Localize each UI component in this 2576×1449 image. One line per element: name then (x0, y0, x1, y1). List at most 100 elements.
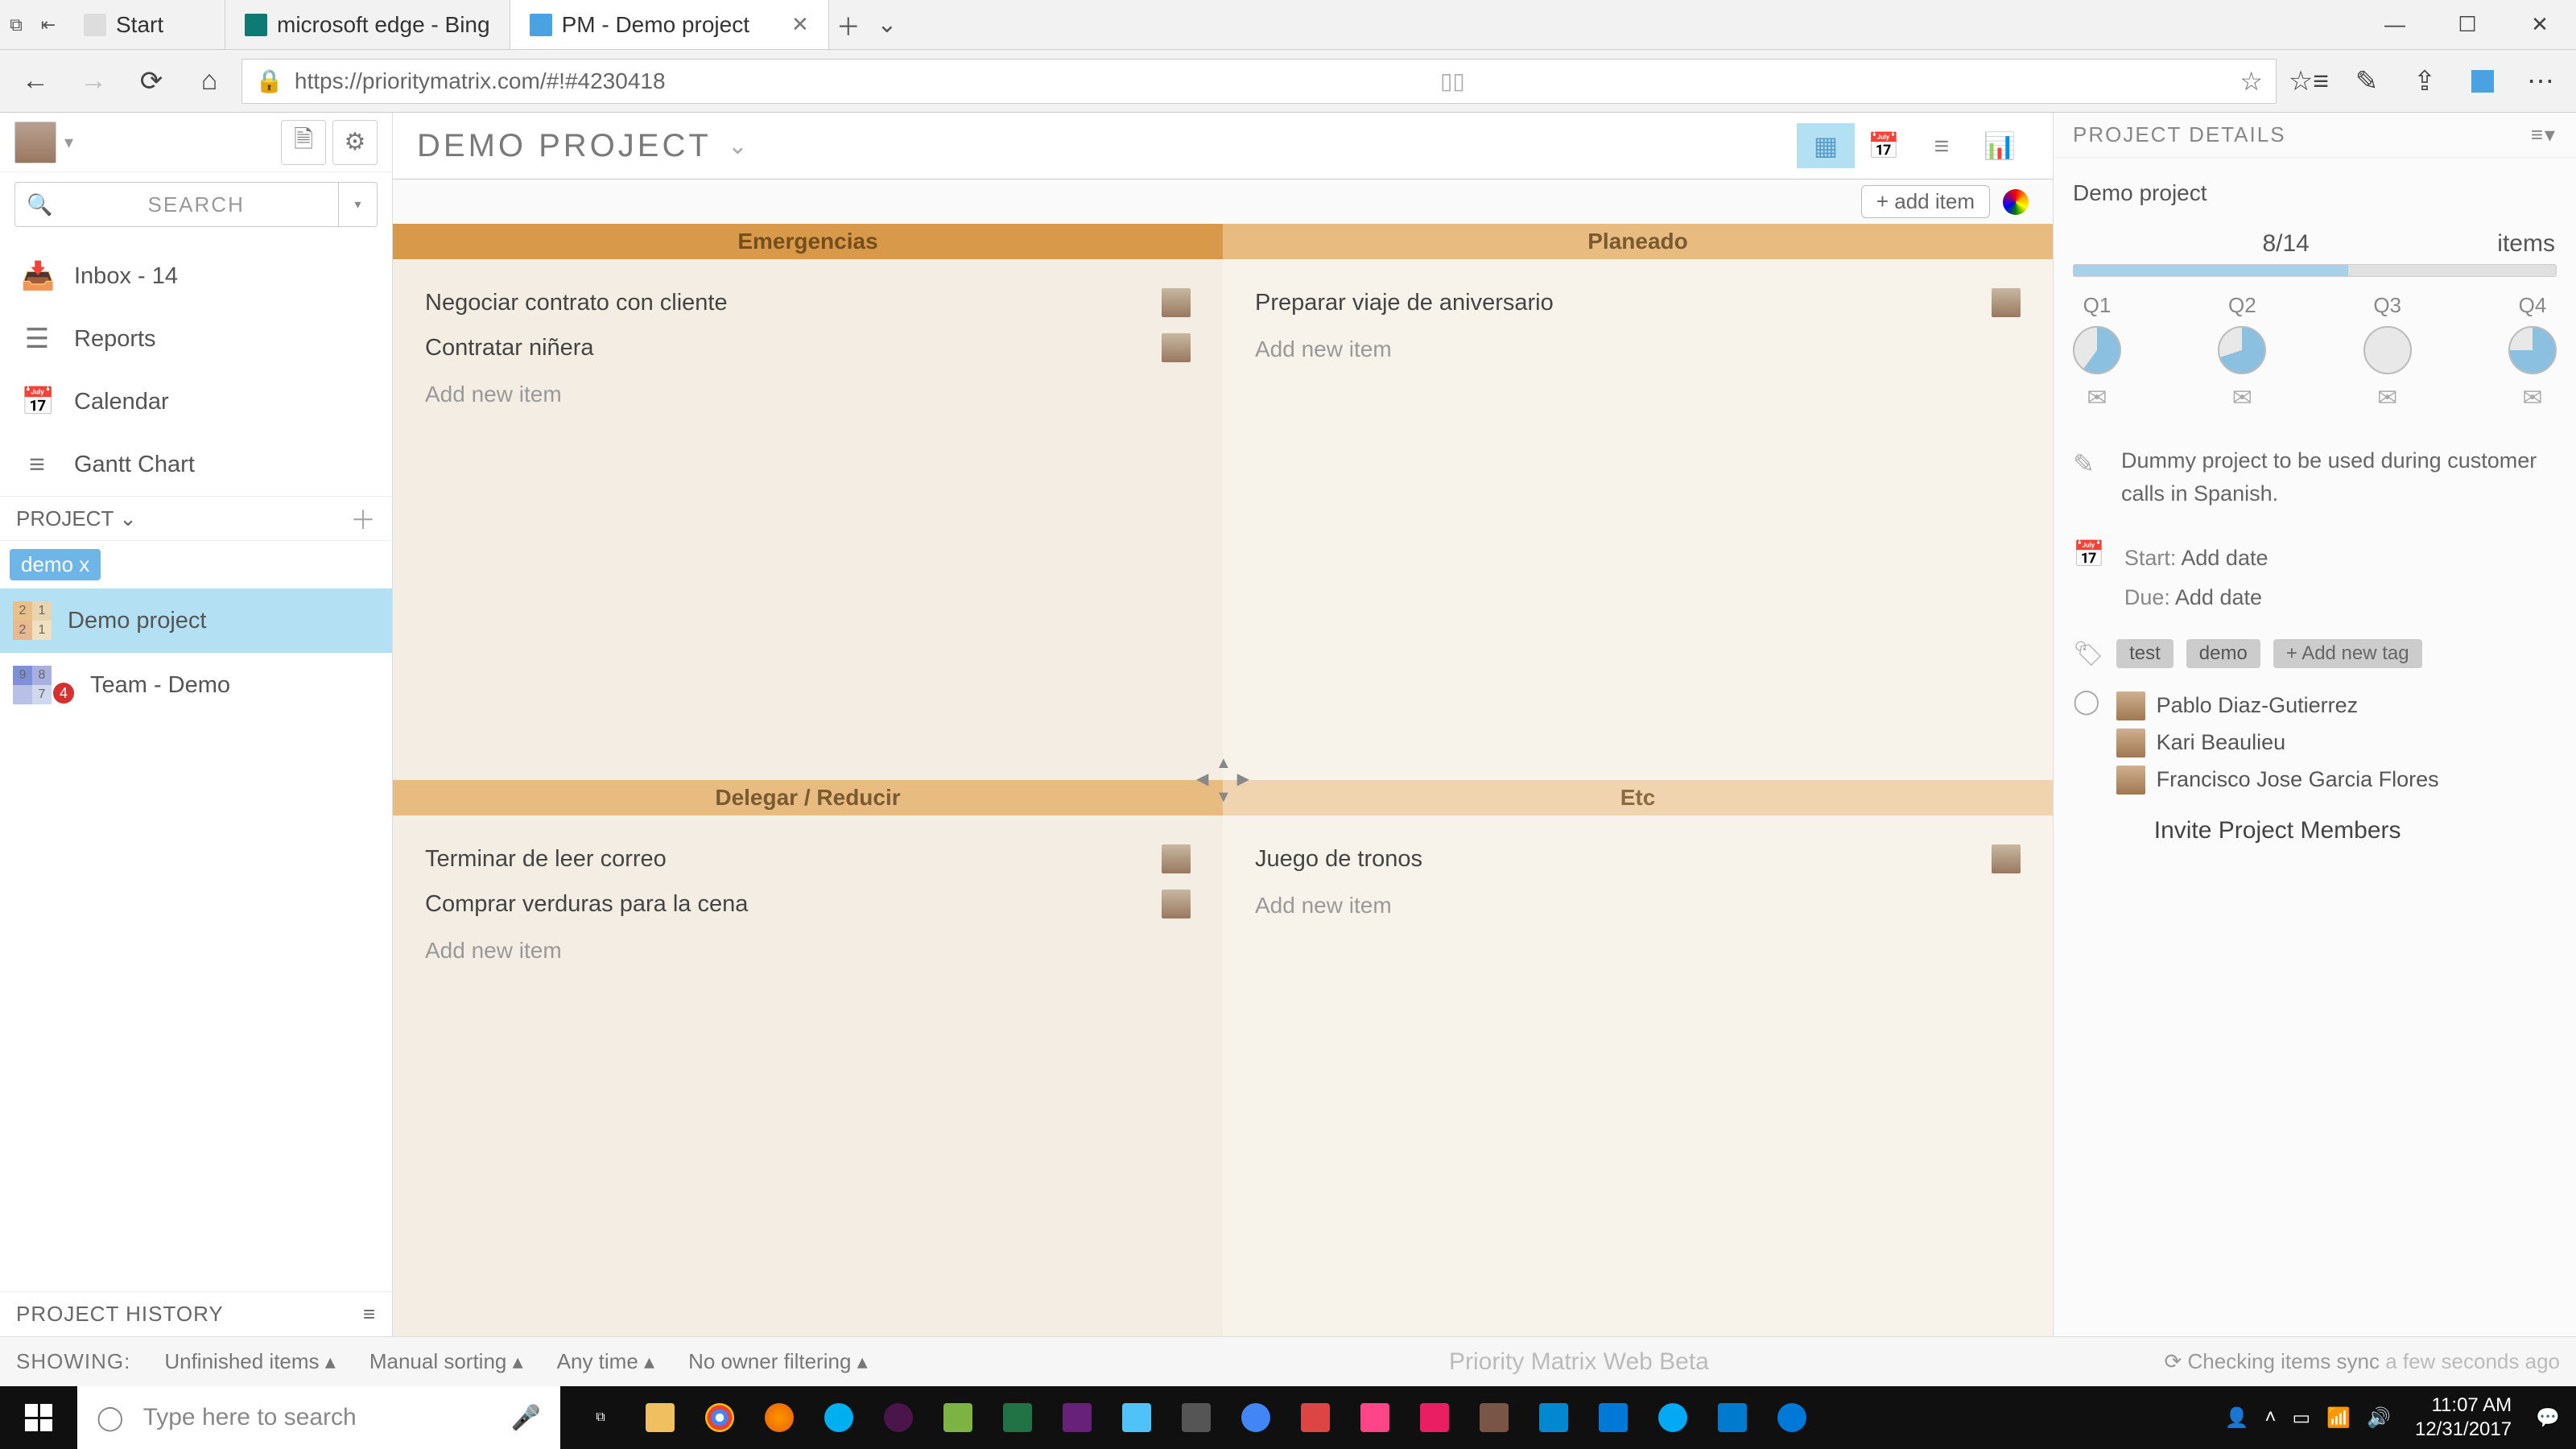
task-item[interactable]: Terminar de leer correo (425, 836, 1191, 881)
filter-time[interactable]: Any time ▴ (557, 1349, 654, 1374)
edit-icon[interactable]: ✎ (2073, 444, 2102, 510)
add-new-item[interactable]: Add new item (1255, 881, 2021, 919)
details-menu-icon[interactable]: ≡▾ (2531, 122, 2557, 147)
maximize-button[interactable]: ☐ (2431, 0, 2504, 49)
add-new-item[interactable]: Add new item (1255, 325, 2021, 362)
nav-reports[interactable]: ☰ Reports (0, 308, 392, 370)
project-title[interactable]: DEMO PROJECT (417, 128, 712, 164)
taskbar-clock[interactable]: 11:07 AM 12/31/2017 (2407, 1393, 2520, 1442)
settings-button[interactable]: ⚙ (332, 120, 378, 165)
add-new-item[interactable]: Add new item (425, 927, 1191, 964)
member-row[interactable]: Pablo Diaz-Gutierrez (2116, 687, 2439, 724)
nav-inbox[interactable]: 📥 Inbox - 14 (0, 245, 392, 308)
refresh-button[interactable]: ⟳ (126, 56, 177, 107)
quarter-q3[interactable]: Q3✉ (2363, 293, 2412, 412)
url-input[interactable]: 🔒 https://prioritymatrix.com/#!#4230418 … (242, 59, 2277, 104)
start-button[interactable] (0, 1404, 77, 1431)
quarter-q1[interactable]: Q1✉ (2073, 293, 2121, 412)
forward-button[interactable]: → (68, 56, 119, 107)
member-row[interactable]: Kari Beaulieu (2116, 724, 2439, 762)
app-icon[interactable] (931, 1393, 985, 1442)
back-button[interactable]: ← (10, 56, 61, 107)
share-icon[interactable]: ⇪ (2399, 56, 2450, 107)
mic-icon[interactable]: 🎤 (511, 1404, 541, 1432)
tabs-menu-button[interactable]: ⌄ (868, 0, 906, 49)
more-icon[interactable]: ⋯ (2515, 56, 2566, 107)
search-input[interactable]: 🔍 SEARCH (14, 182, 339, 227)
edge-icon[interactable] (1765, 1393, 1819, 1442)
member-row[interactable]: Francisco Jose Garcia Flores (2116, 762, 2439, 799)
quarter-q4[interactable]: Q4✉ (2508, 293, 2557, 412)
app4-icon[interactable] (1467, 1393, 1521, 1442)
add-new-item[interactable]: Add new item (425, 370, 1191, 407)
tab-pm[interactable]: PM - Demo project ✕ (510, 0, 829, 49)
excel-icon[interactable] (990, 1393, 1045, 1442)
new-doc-button[interactable]: 🗎 (281, 120, 326, 165)
task-item[interactable]: Juego de tronos (1255, 836, 2021, 881)
task-item[interactable]: Contratar niñera (425, 325, 1191, 370)
firefox-icon[interactable] (752, 1393, 807, 1442)
tag-test[interactable]: test (2116, 639, 2174, 668)
maps2-icon[interactable] (1645, 1393, 1700, 1442)
project-item-team[interactable]: 987 4 Team - Demo (0, 653, 392, 717)
close-window-button[interactable]: ✕ (2504, 0, 2576, 49)
slack-icon[interactable] (871, 1393, 926, 1442)
minimize-button[interactable]: — (2359, 0, 2431, 49)
quadrant-4[interactable]: Etc Juego de tronos Add new item (1223, 780, 2053, 1336)
matrix-resize-handle[interactable]: ▲ ▼ ◀ ▶ (1203, 760, 1243, 800)
vscode-icon[interactable] (1705, 1393, 1760, 1442)
add-tag-button[interactable]: + Add new tag (2273, 639, 2422, 668)
home-button[interactable]: ⌂ (184, 56, 235, 107)
filter-sort[interactable]: Manual sorting ▴ (369, 1349, 523, 1374)
extension-icon[interactable] (2457, 56, 2508, 107)
paint-icon[interactable] (1348, 1393, 1402, 1442)
start-date-button[interactable]: Add date (2181, 546, 2268, 570)
menu-icon[interactable]: ≡ (363, 1302, 376, 1327)
quadrant-3[interactable]: Delegar / Reducir Terminar de leer corre… (393, 780, 1223, 1336)
notes-icon[interactable]: ✎ (2341, 56, 2392, 107)
close-tab-icon[interactable]: ✕ (791, 12, 809, 37)
add-project-button[interactable]: ＋ (350, 500, 376, 537)
invite-members-button[interactable]: Invite Project Members (2116, 799, 2439, 851)
app2-icon[interactable] (1109, 1393, 1164, 1442)
tab-bing[interactable]: microsoft edge - Bing (225, 0, 510, 49)
volume-icon[interactable]: 🔊 (2367, 1406, 2391, 1430)
chrome-icon[interactable] (692, 1393, 747, 1442)
tab-start[interactable]: Start (64, 0, 225, 49)
filter-chip[interactable]: demo x (10, 549, 101, 580)
color-picker-button[interactable] (2003, 189, 2029, 215)
maps-icon[interactable] (1228, 1393, 1283, 1442)
app3-icon[interactable] (1407, 1393, 1462, 1442)
favorites-hub-icon[interactable]: ☆≡ (2283, 56, 2334, 107)
quarter-q2[interactable]: Q2✉ (2218, 293, 2266, 412)
app5-icon[interactable] (1526, 1393, 1581, 1442)
task-view-button[interactable]: ⧉ (573, 1393, 628, 1442)
set-aside-icon[interactable]: ⇤ (32, 0, 64, 49)
task-item[interactable]: Comprar verduras para la cena (425, 881, 1191, 927)
visual-studio-icon[interactable] (1050, 1393, 1104, 1442)
project-section-header[interactable]: PROJECT ⌄ ＋ (0, 496, 392, 541)
battery-icon[interactable]: ▭ (2293, 1406, 2311, 1430)
project-item-demo[interactable]: 2121 Demo project (0, 588, 392, 653)
filter-owner[interactable]: No owner filtering ▴ (688, 1349, 868, 1374)
nav-gantt[interactable]: ≡ Gantt Chart (0, 433, 392, 496)
view-list-button[interactable]: ≡ (1913, 123, 1971, 168)
tray-chevron-icon[interactable]: ˄ (2265, 1406, 2277, 1429)
reading-view-icon[interactable]: ▯▯ (1440, 68, 1465, 94)
task-view-icon[interactable]: ⧉ (0, 0, 32, 49)
people-icon[interactable]: 👤 (2225, 1406, 2249, 1430)
view-matrix-button[interactable]: ▦ (1797, 123, 1855, 168)
quadrant-1[interactable]: Emergencias Negociar contrato con client… (393, 224, 1223, 780)
wifi-icon[interactable]: 📶 (2326, 1406, 2351, 1430)
view-chart-button[interactable]: 📊 (1971, 123, 2029, 168)
project-history-header[interactable]: PROJECT HISTORY ≡ (0, 1291, 392, 1336)
sidebar-user-row[interactable]: ▾ 🗎 ⚙ (0, 113, 392, 172)
add-item-button[interactable]: + add item (1861, 185, 1990, 218)
file-explorer-icon[interactable] (633, 1393, 687, 1442)
project-description[interactable]: Dummy project to be used during customer… (2121, 444, 2557, 510)
nav-calendar[interactable]: 📅 Calendar (0, 370, 392, 433)
view-calendar-button[interactable]: 📅 (1855, 123, 1913, 168)
quadrant-2[interactable]: Planeado Preparar viaje de aniversario A… (1223, 224, 2053, 780)
favorite-star-icon[interactable]: ☆ (2240, 66, 2263, 97)
skype-icon[interactable] (811, 1393, 866, 1442)
